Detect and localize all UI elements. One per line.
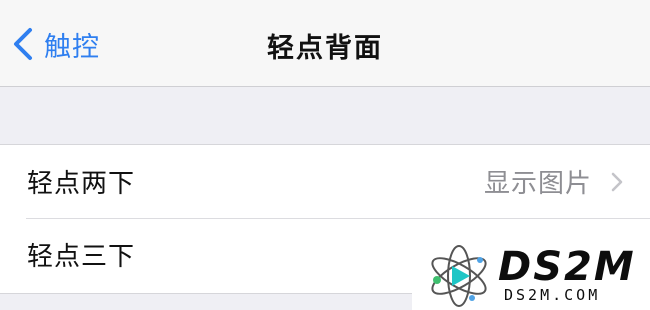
settings-screen: 触控 轻点背面 轻点两下 显示图片 轻点三下 DS2M DS2M.COM [0, 0, 650, 310]
navigation-bar: 触控 轻点背面 [0, 0, 650, 87]
atom-logo-icon [431, 245, 487, 307]
watermark-domain: DS2M.COM [504, 286, 601, 304]
list-item-label: 轻点两下 [27, 169, 136, 199]
list-item-double-tap[interactable]: 轻点两下 显示图片 [0, 145, 650, 218]
list-item-label: 轻点三下 [27, 242, 136, 272]
watermark: DS2M DS2M.COM [412, 238, 650, 310]
list-item-value: 显示图片 [483, 169, 592, 199]
page-title: 轻点背面 [267, 33, 383, 64]
watermark-brand: DS2M [498, 244, 636, 290]
section-spacer [0, 87, 650, 144]
chevron-right-icon [611, 172, 623, 191]
